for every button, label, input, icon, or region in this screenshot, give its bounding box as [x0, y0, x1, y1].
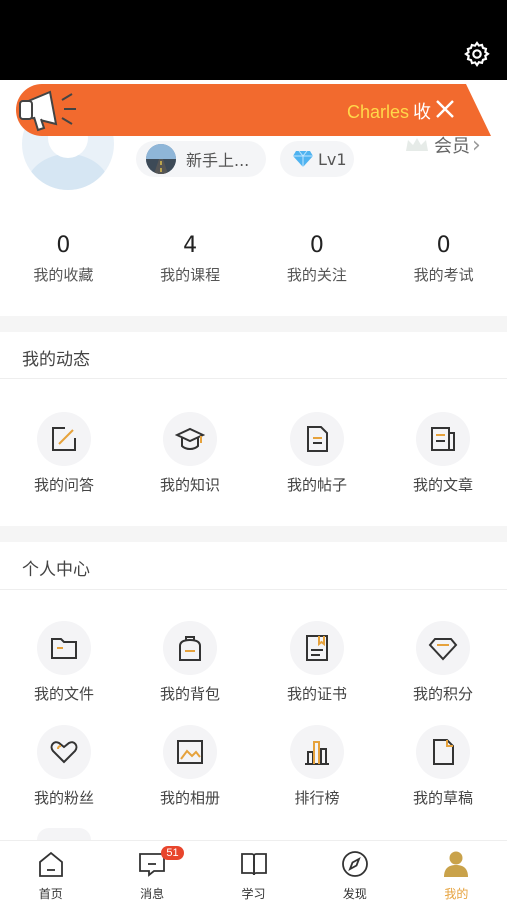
gear-icon[interactable] [463, 40, 491, 68]
draft-icon [416, 725, 470, 779]
tab-label: 学习 [241, 887, 266, 900]
folder-icon [37, 621, 91, 675]
grid-item-my-files[interactable]: 我的文件 [9, 621, 119, 704]
grid-item-leaderboard[interactable]: 排行榜 [262, 725, 372, 808]
section-title-center: 个人中心 [22, 560, 90, 580]
section-gap [0, 316, 507, 332]
grid-item-my-backpack[interactable]: 我的背包 [135, 621, 245, 704]
home-icon [38, 851, 63, 877]
level-label: Lv1 [318, 149, 347, 169]
grid-item-my-drafts[interactable]: 我的草稿 [388, 725, 498, 808]
close-icon[interactable] [433, 97, 457, 121]
grid-item-label: 我的证书 [286, 685, 347, 703]
edit-icon [37, 412, 91, 466]
heart-icon [37, 725, 91, 779]
stat-courses[interactable]: 4 我的课程 [127, 232, 254, 292]
road-icon [146, 144, 176, 174]
tab-label: 我的 [444, 887, 469, 900]
grid-item-label: 我的相册 [159, 789, 220, 807]
stat-value: 0 [309, 233, 324, 258]
grid-item-my-qa[interactable]: 我的问答 [9, 412, 119, 495]
stat-value: 0 [436, 233, 451, 258]
article-icon [416, 412, 470, 466]
grid-item-my-knowledge[interactable]: 我的知识 [135, 412, 245, 495]
banner-name: Charles [346, 102, 409, 122]
grid-item-label: 我的背包 [159, 685, 220, 703]
grid-item-label: 我的积分 [412, 685, 473, 703]
unread-badge: 51 [161, 846, 184, 860]
grid-item-label: 我的帖子 [286, 476, 347, 494]
grid-item-my-posts[interactable]: 我的帖子 [262, 412, 372, 495]
grid-item-label: 我的知识 [159, 476, 220, 494]
tab-home[interactable]: 首页 [0, 841, 101, 900]
status-bar [0, 0, 507, 80]
tab-label: 发现 [342, 887, 367, 900]
newbie-badge[interactable]: 新手上... [136, 141, 266, 177]
divider [0, 589, 507, 590]
chevron-right-icon: › [472, 132, 481, 158]
grid-item-label: 我的问答 [33, 476, 94, 494]
tab-mine[interactable]: 我的 [406, 841, 507, 900]
level-badge[interactable]: Lv1 [280, 141, 354, 177]
tab-discover[interactable]: 发现 [304, 841, 405, 900]
banner-collapse-label[interactable]: 收 [413, 102, 431, 122]
newbie-label: 新手上... [186, 151, 250, 170]
tab-label: 消息 [140, 887, 165, 900]
grid-item-label: 我的草稿 [412, 789, 473, 807]
bar-chart-icon [290, 725, 344, 779]
diamond-gem-icon [293, 150, 313, 167]
backpack-icon [163, 621, 217, 675]
stat-exams[interactable]: 0 我的考试 [380, 232, 507, 292]
section-gap [0, 526, 507, 542]
grid-item-peek [37, 828, 91, 840]
tab-messages[interactable]: 51 消息 [101, 841, 202, 900]
graduation-cap-icon [163, 412, 217, 466]
grid-item-label: 我的文件 [33, 685, 94, 703]
book-icon [240, 853, 267, 876]
stat-label: 我的课程 [160, 266, 221, 284]
stat-favorites[interactable]: 0 我的收藏 [0, 232, 127, 292]
stat-label: 我的关注 [286, 266, 347, 284]
diamond-icon [416, 621, 470, 675]
notification-banner[interactable]: Charles 收 [16, 84, 491, 136]
section-title-activity: 我的动态 [22, 350, 90, 370]
tab-bar: 首页 51 消息 学习 发现 我的 [0, 840, 507, 900]
grid-item-my-certificates[interactable]: 我的证书 [262, 621, 372, 704]
stat-value: 4 [183, 233, 198, 258]
document-icon [290, 412, 344, 466]
stats-row: 0 我的收藏 4 我的课程 0 我的关注 0 我的考试 [0, 232, 507, 292]
compass-icon [342, 851, 368, 877]
grid-item-my-articles[interactable]: 我的文章 [388, 412, 498, 495]
image-icon [163, 725, 217, 779]
megaphone-icon [19, 90, 76, 132]
tab-label: 首页 [38, 887, 63, 900]
user-icon [444, 851, 469, 877]
grid-item-label: 排行榜 [294, 789, 340, 807]
grid-item-label: 我的粉丝 [33, 789, 94, 807]
stat-label: 我的考试 [413, 266, 474, 284]
grid-item-my-album[interactable]: 我的相册 [135, 725, 245, 808]
grid-item-my-fans[interactable]: 我的粉丝 [9, 725, 119, 808]
grid-item-my-points[interactable]: 我的积分 [388, 621, 498, 704]
banner-message: Charles 收 [347, 98, 431, 124]
vip-crown-icon [406, 138, 428, 151]
grid-item-label: 我的文章 [412, 476, 473, 494]
stat-value: 0 [56, 233, 71, 258]
tab-study[interactable]: 学习 [203, 841, 304, 900]
divider [0, 378, 507, 379]
stat-label: 我的收藏 [33, 266, 94, 284]
stat-following[interactable]: 0 我的关注 [254, 232, 381, 292]
certificate-icon [290, 621, 344, 675]
